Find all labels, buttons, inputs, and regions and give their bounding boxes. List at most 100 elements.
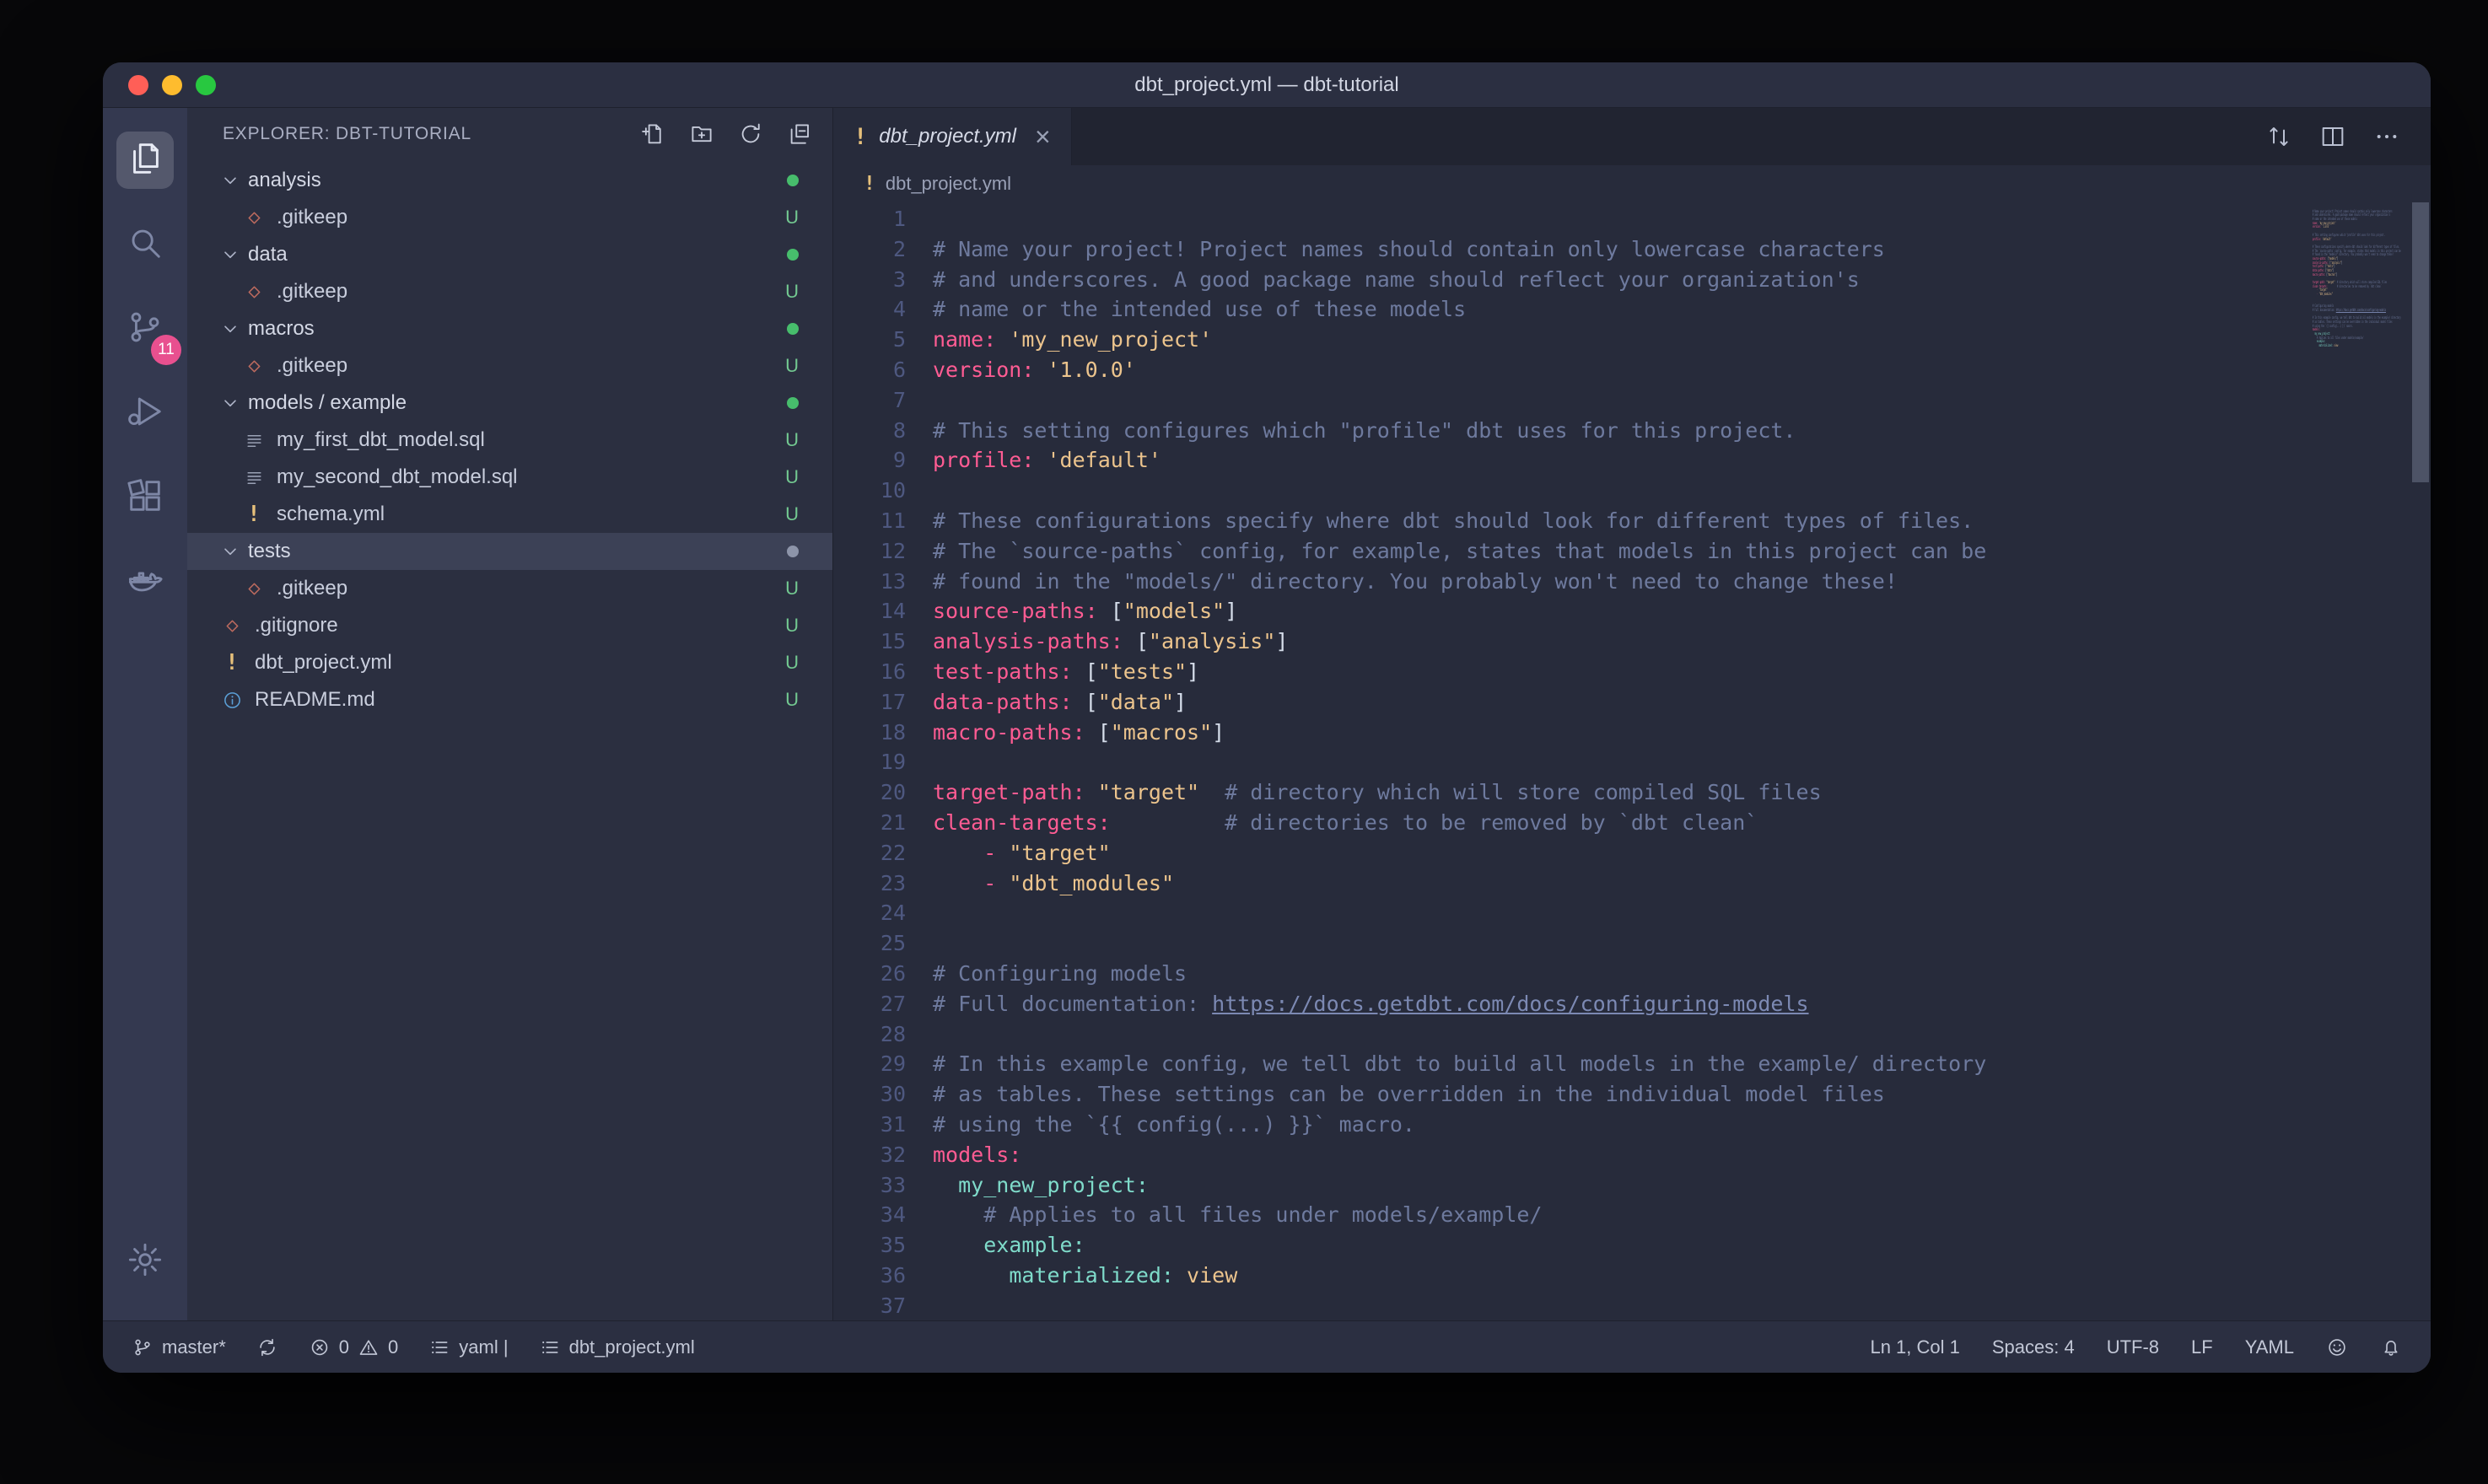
eol-indicator[interactable]: LF: [2191, 1336, 2213, 1358]
activity-run-debug[interactable]: [103, 371, 187, 455]
code-line[interactable]: 18macro-paths: ["macros"]: [833, 718, 2287, 748]
collapse-all-icon[interactable]: [787, 121, 812, 147]
files-icon: [126, 139, 164, 182]
tree-item-tests[interactable]: tests: [187, 533, 832, 570]
tree-item-gitkeep[interactable]: .gitkeepU: [187, 199, 832, 236]
activity-source-control[interactable]: 11: [103, 287, 187, 371]
code-line[interactable]: 28: [833, 1019, 2287, 1050]
code-line[interactable]: 23 - "dbt_modules": [833, 868, 2287, 899]
code-editor[interactable]: 12# Name your project! Project names sho…: [833, 202, 2431, 1320]
tree-item-schema-yml[interactable]: !schema.ymlU: [187, 496, 832, 533]
code-line[interactable]: 16test-paths: ["tests"]: [833, 657, 2287, 687]
code-line[interactable]: 31# using the `{{ config(...) }}` macro.: [833, 1110, 2287, 1140]
smiley-icon: [2326, 1336, 2348, 1358]
line-number: 33: [833, 1170, 906, 1201]
tree-item-my-second-dbt-model-sql[interactable]: my_second_dbt_model.sqlU: [187, 459, 832, 496]
tab-close-icon[interactable]: ×: [1035, 123, 1051, 150]
activity-docker[interactable]: [103, 540, 187, 624]
tree-item-analysis[interactable]: analysis: [187, 162, 832, 199]
code-line[interactable]: 1: [833, 204, 2287, 234]
code-line[interactable]: 25: [833, 928, 2287, 959]
code-line[interactable]: 9profile: 'default': [833, 445, 2287, 476]
line-number: 6: [833, 355, 906, 385]
minimap[interactable]: # Name your project! Project names shoul…: [2299, 206, 2410, 352]
code-line[interactable]: 33 my_new_project:: [833, 1170, 2287, 1201]
activity-settings[interactable]: [103, 1219, 187, 1304]
activity-explorer[interactable]: [103, 118, 187, 202]
zoom-window-button[interactable]: [196, 75, 216, 95]
code-line[interactable]: 20target-path: "target" # directory whic…: [833, 777, 2287, 808]
tree-item-gitkeep[interactable]: .gitkeepU: [187, 347, 832, 384]
close-window-button[interactable]: [128, 75, 148, 95]
code-line[interactable]: 37: [833, 1291, 2287, 1320]
list-icon: [428, 1336, 450, 1358]
code-line[interactable]: 8# This setting configures which "profil…: [833, 416, 2287, 446]
line-number: 23: [833, 868, 906, 899]
line-number: 5: [833, 325, 906, 355]
code-line[interactable]: 4# name or the intended use of these mod…: [833, 294, 2287, 325]
tree-item-data[interactable]: data: [187, 236, 832, 273]
code-line[interactable]: 17data-paths: ["data"]: [833, 687, 2287, 718]
new-folder-icon[interactable]: [689, 121, 714, 147]
new-file-icon[interactable]: [640, 121, 665, 147]
language-mode[interactable]: YAML: [2245, 1336, 2294, 1358]
code-line[interactable]: 34 # Applies to all files under models/e…: [833, 1200, 2287, 1230]
feedback-smiley[interactable]: [2326, 1336, 2348, 1358]
activity-search[interactable]: [103, 202, 187, 287]
chevron-down-icon: [219, 318, 241, 340]
code-line[interactable]: 10: [833, 476, 2287, 506]
docker-icon: [126, 561, 164, 604]
code-line[interactable]: 3# and underscores. A good package name …: [833, 265, 2287, 295]
code-line[interactable]: 19: [833, 747, 2287, 777]
branch-indicator[interactable]: master*: [132, 1336, 226, 1358]
code-line[interactable]: 7: [833, 385, 2287, 416]
breadcrumb[interactable]: ! dbt_project.yml: [833, 165, 2431, 202]
tab-dbt-project-yml[interactable]: ! dbt_project.yml ×: [833, 108, 1072, 165]
open-changes-icon[interactable]: [2265, 123, 2292, 150]
tree-item-gitkeep[interactable]: .gitkeepU: [187, 570, 832, 607]
refresh-icon[interactable]: [738, 121, 763, 147]
code-line[interactable]: 12# The `source-paths` config, for examp…: [833, 536, 2287, 567]
code-line[interactable]: 35 example:: [833, 1230, 2287, 1261]
code-line[interactable]: 32models:: [833, 1140, 2287, 1170]
minimize-window-button[interactable]: [162, 75, 182, 95]
more-icon[interactable]: [2373, 123, 2400, 150]
tree-item-my-first-dbt-model-sql[interactable]: my_first_dbt_model.sqlU: [187, 422, 832, 459]
activity-extensions[interactable]: [103, 455, 187, 540]
titlebar[interactable]: dbt_project.yml — dbt-tutorial: [103, 62, 2431, 108]
encoding-indicator[interactable]: UTF-8: [2107, 1336, 2159, 1358]
tree-item-models-example[interactable]: models / example: [187, 384, 832, 422]
code-line[interactable]: 6version: '1.0.0': [833, 355, 2287, 385]
sync-button[interactable]: [256, 1336, 278, 1358]
code-line[interactable]: 30# as tables. These settings can be ove…: [833, 1079, 2287, 1110]
tree-item-gitignore[interactable]: .gitignoreU: [187, 607, 832, 644]
source-control-badge: 11: [151, 335, 181, 365]
code-line[interactable]: 21clean-targets: # directories to be rem…: [833, 808, 2287, 838]
notifications-bell[interactable]: [2380, 1336, 2402, 1358]
tree-item-gitkeep[interactable]: .gitkeepU: [187, 273, 832, 310]
code-line[interactable]: 14source-paths: ["models"]: [833, 596, 2287, 626]
split-editor-icon[interactable]: [2319, 123, 2346, 150]
code-line[interactable]: 13# found in the "models/" directory. Yo…: [833, 567, 2287, 597]
tree-item-readme-md[interactable]: README.mdU: [187, 681, 832, 718]
code-line[interactable]: 36 materialized: view: [833, 1261, 2287, 1291]
code-line[interactable]: 2# Name your project! Project names shou…: [833, 234, 2287, 265]
code-line[interactable]: 29# In this example config, we tell dbt …: [833, 1049, 2287, 1079]
code-line[interactable]: 26# Configuring models: [833, 959, 2287, 989]
code-line[interactable]: 22 - "target": [833, 838, 2287, 868]
tree-item-macros[interactable]: macros: [187, 310, 832, 347]
code-line[interactable]: 5name: 'my_new_project': [833, 325, 2287, 355]
code-line[interactable]: 27# Full documentation: https://docs.get…: [833, 989, 2287, 1019]
scrollbar[interactable]: [2412, 202, 2429, 482]
tree-item-dbt-project-yml[interactable]: !dbt_project.ymlU: [187, 644, 832, 681]
indentation-indicator[interactable]: Spaces: 4: [1992, 1336, 2075, 1358]
cursor-position[interactable]: Ln 1, Col 1: [1870, 1336, 1959, 1358]
line-number: 10: [833, 476, 906, 506]
code-line[interactable]: 24: [833, 898, 2287, 928]
code-line[interactable]: 11# These configurations specify where d…: [833, 506, 2287, 536]
active-file-indicator[interactable]: dbt_project.yml: [539, 1336, 695, 1358]
code-line[interactable]: 15analysis-paths: ["analysis"]: [833, 626, 2287, 657]
line-number: 18: [833, 718, 906, 748]
problems-indicator[interactable]: 0 0: [309, 1336, 399, 1358]
yaml-schema-indicator[interactable]: yaml |: [428, 1336, 508, 1358]
